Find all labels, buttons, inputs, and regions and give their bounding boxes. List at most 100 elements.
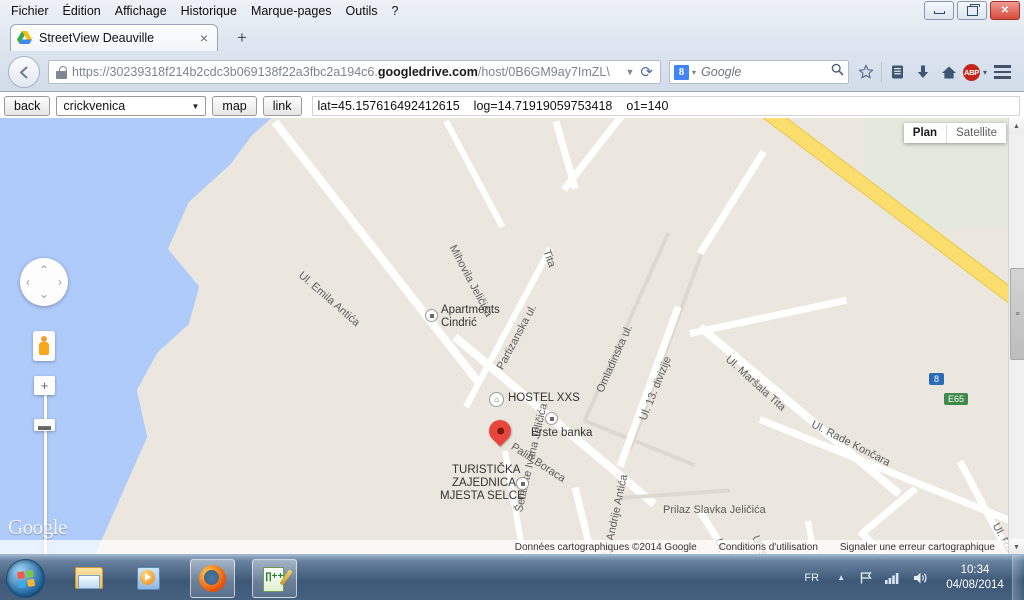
taskbar-item-file-explorer[interactable]	[66, 559, 109, 596]
file-explorer-icon	[74, 567, 103, 589]
pan-left-icon[interactable]: ‹	[26, 276, 30, 288]
search-bar[interactable]: 8 ▾ Google	[669, 60, 849, 84]
firefox-icon	[199, 565, 226, 592]
adblock-badge: ABP	[962, 63, 980, 81]
poi-label-erste-banka: Erste banka	[531, 427, 593, 439]
browser-menu-bar: Fichier Édition Affichage Historique Mar…	[4, 2, 405, 20]
reading-list-icon[interactable]	[884, 59, 910, 85]
page-vertical-scrollbar[interactable]: ▲ ≡ ▼	[1008, 118, 1024, 555]
map-type-satellite[interactable]: Satellite	[947, 123, 1006, 143]
windows-taskbar: ∏++ FR ▲ 10:34 04/08/2014	[0, 554, 1024, 600]
pan-right-icon[interactable]: ›	[58, 276, 62, 288]
windows-media-player-icon	[137, 566, 162, 590]
chevron-down-icon: ▼	[191, 101, 200, 111]
desktop-root: Fichier Édition Affichage Historique Mar…	[0, 0, 1024, 600]
zoom-slider-handle[interactable]: ▬	[34, 419, 55, 432]
location-select[interactable]: crickvenica ▼	[56, 96, 207, 116]
marker-pin-icon	[484, 415, 516, 447]
attribution-copyright: Données cartographiques ©2014 Google	[514, 542, 697, 553]
taskbar-clock[interactable]: 10:34 04/08/2014	[944, 563, 1006, 593]
close-button[interactable]: ✕	[990, 1, 1020, 20]
search-engine-caret-icon[interactable]: ▾	[692, 68, 696, 77]
menu-icon[interactable]	[988, 59, 1016, 85]
search-icon[interactable]	[831, 63, 844, 81]
menu-item-historique[interactable]: Historique	[174, 3, 244, 19]
scroll-down-arrow-icon[interactable]: ▼	[1009, 539, 1024, 555]
navigation-toolbar: https://30239318f214b2cdc3b069138f22a3fb…	[0, 52, 1024, 92]
link-button[interactable]: link	[262, 96, 302, 116]
longitude-value: log=14.71919059753418	[473, 99, 613, 113]
taskbar-item-firefox[interactable]	[190, 559, 235, 598]
back-button-app[interactable]: back	[4, 96, 51, 116]
menu-item-edition[interactable]: Édition	[56, 3, 108, 19]
adblock-caret-icon[interactable]: ▾	[983, 68, 987, 77]
language-indicator[interactable]: FR	[804, 572, 819, 584]
minimize-button[interactable]	[924, 1, 954, 20]
poi-label-zajednica: ZAJEDNICA	[452, 477, 516, 489]
poi-marker-hostel-xxs[interactable]: ⌂	[489, 392, 504, 407]
zoom-in-button[interactable]: +	[34, 376, 55, 395]
downloads-icon[interactable]	[910, 59, 936, 85]
bookmark-star-icon[interactable]	[853, 59, 879, 85]
poi-label-apartments: Apartments	[441, 304, 500, 316]
search-input[interactable]: Google	[701, 65, 831, 79]
taskbar-item-notepad-plus-plus[interactable]: ∏++	[252, 559, 297, 598]
pan-up-icon[interactable]: ⌃	[39, 264, 49, 276]
windows-logo-icon	[16, 569, 35, 588]
new-tab-button[interactable]: +	[230, 29, 254, 49]
taskbar-item-windows-media-player[interactable]	[128, 559, 171, 596]
poi-marker-turisticka-zajednica[interactable]	[516, 477, 529, 490]
scroll-up-arrow-icon[interactable]: ▲	[1009, 118, 1024, 134]
street-view-pegman[interactable]	[33, 331, 55, 361]
start-button[interactable]	[6, 559, 45, 598]
adblock-icon[interactable]: ABP ▾	[962, 59, 988, 85]
poi-label-mjesta-selce: MJESTA SELCE	[440, 490, 525, 502]
tab-strip: StreetView Deauville × +	[0, 21, 1024, 51]
menu-item-affichage[interactable]: Affichage	[108, 3, 174, 19]
tab-close-icon[interactable]: ×	[197, 31, 211, 45]
pan-down-icon[interactable]: ⌄	[39, 288, 49, 300]
back-button[interactable]	[8, 56, 40, 88]
maximize-icon	[966, 3, 980, 16]
pegman-icon	[39, 336, 50, 356]
url-dropdown-icon[interactable]: ▼	[626, 67, 635, 77]
scrollbar-thumb[interactable]: ≡	[1010, 268, 1024, 360]
url-suffix: /host/0B6GM9ay7ImZL\	[477, 65, 610, 79]
notepad-plus-plus-icon: ∏++	[262, 566, 293, 592]
tab-title: StreetView Deauville	[39, 31, 155, 45]
show-desktop-button[interactable]	[1012, 555, 1022, 600]
map-type-plan[interactable]: Plan	[904, 123, 948, 143]
map-type-control[interactable]: Plan Satellite	[903, 123, 1006, 143]
close-icon: ✕	[1000, 5, 1010, 16]
url-text: https://30239318f214b2cdc3b069138f22a3fb…	[72, 65, 620, 79]
poi-label-hostel-xxs: HOSTEL XXS	[508, 392, 580, 404]
location-marker[interactable]	[484, 415, 516, 452]
poi-marker-apartments-cindric[interactable]	[425, 309, 438, 322]
reload-icon[interactable]: ⟳	[640, 63, 653, 81]
google-search-engine-icon[interactable]: 8	[674, 64, 689, 80]
map-canvas[interactable]: 8 E65 Ul. Emila Antića Mihovila Jeličića…	[0, 118, 1024, 555]
menu-item-outils[interactable]: Outils	[339, 3, 385, 19]
clock-time: 10:34	[960, 563, 990, 576]
attribution-report-link[interactable]: Signaler une erreur cartographique	[840, 542, 995, 553]
menu-item-fichier[interactable]: Fichier	[4, 3, 56, 19]
network-icon[interactable]	[885, 571, 901, 584]
maximize-button[interactable]	[957, 1, 987, 20]
clock-date: 04/08/2014	[946, 578, 1004, 591]
tab-streetview-deauville[interactable]: StreetView Deauville ×	[10, 24, 218, 51]
browser-window-chrome: Fichier Édition Affichage Historique Mar…	[0, 0, 1024, 92]
url-bar[interactable]: https://30239318f214b2cdc3b069138f22a3fb…	[48, 60, 661, 84]
lock-icon	[56, 65, 67, 79]
pan-control[interactable]: ⌃ ⌄ ‹ ›	[20, 258, 68, 306]
map-button[interactable]: map	[212, 96, 257, 116]
latitude-value: lat=45.157616492412615	[317, 99, 460, 113]
volume-icon[interactable]	[913, 571, 928, 585]
menu-item-help[interactable]: ?	[385, 3, 406, 19]
menu-item-marque-pages[interactable]: Marque-pages	[244, 3, 339, 19]
google-drive-favicon	[17, 31, 32, 45]
home-icon[interactable]	[936, 59, 962, 85]
tray-overflow-icon[interactable]: ▲	[837, 573, 845, 582]
poi-marker-erste-banka[interactable]	[545, 412, 558, 425]
flag-action-center-icon[interactable]	[859, 571, 873, 585]
attribution-terms-link[interactable]: Conditions d'utilisation	[719, 542, 818, 553]
